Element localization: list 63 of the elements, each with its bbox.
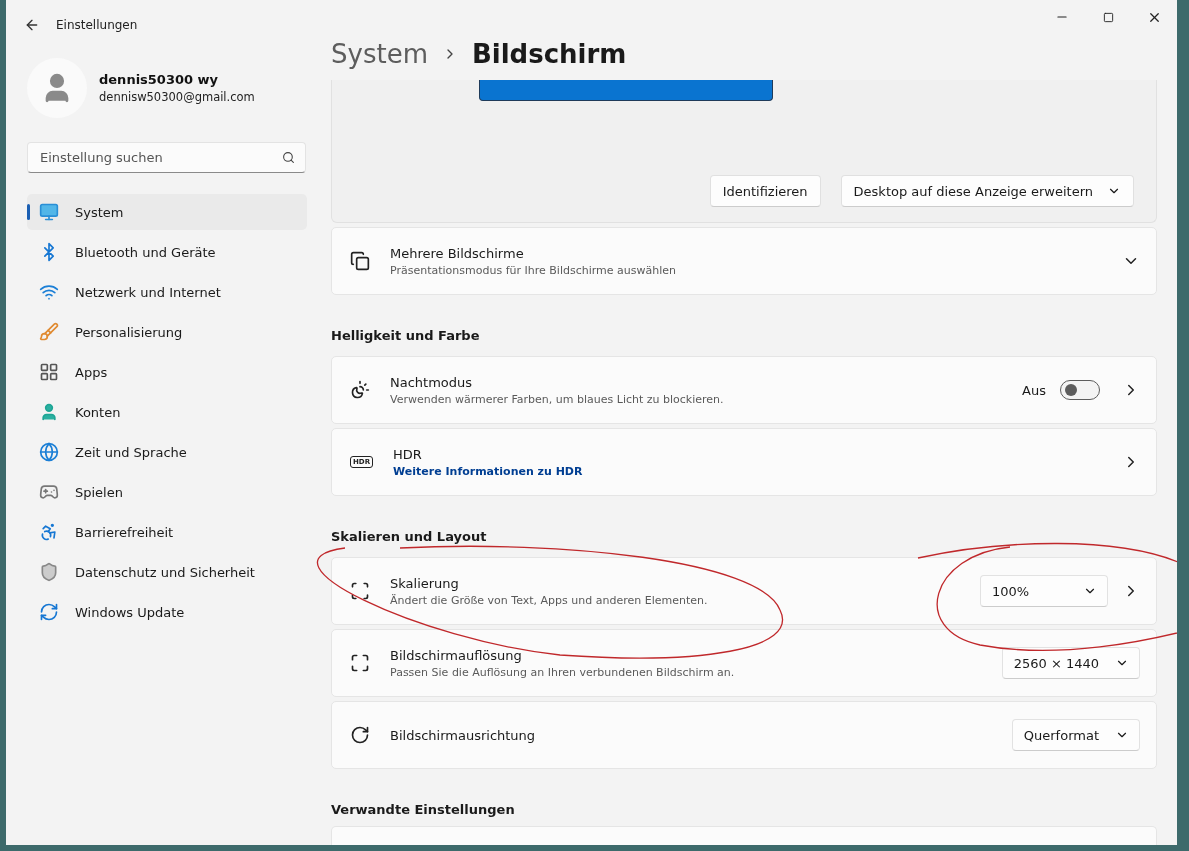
- grid-icon: [39, 362, 59, 382]
- resolution-icon: [350, 653, 370, 673]
- value-dropdown[interactable]: 100%: [980, 575, 1108, 607]
- wifi-icon: [39, 282, 59, 302]
- search-field[interactable]: Einstellung suchen: [27, 142, 306, 173]
- brush-icon: [39, 322, 59, 342]
- shield-icon: [39, 562, 59, 582]
- nav-item[interactable]: Konten: [27, 394, 307, 430]
- setting-row[interactable]: Skalierung Ändert die Größe von Text, Apps und anderen Elementen. 100%: [331, 557, 1157, 625]
- toggle-label: Aus: [1022, 382, 1046, 398]
- user-email: dennisw50300@gmail.com: [99, 90, 255, 104]
- setting-description: Ändert die Größe von Text, Apps und anderen Elementen.: [390, 593, 709, 607]
- globe-icon: [39, 442, 59, 462]
- nav-item[interactable]: Bluetooth und Geräte: [27, 234, 307, 270]
- setting-row[interactable]: Bildschirmausrichtung Querformat: [331, 701, 1157, 769]
- setting-title: Mehrere Bildschirme: [390, 245, 525, 261]
- display-mode-dropdown[interactable]: Desktop auf diese Anzeige erweitern: [840, 175, 1134, 207]
- window-title: Einstellungen: [56, 18, 139, 32]
- nav-item[interactable]: Datenschutz und Sicherheit: [27, 554, 307, 590]
- maximize-icon: [1102, 11, 1114, 23]
- search-icon: [282, 151, 295, 164]
- brightness-icon: [350, 380, 370, 400]
- nav-item[interactable]: System: [27, 194, 307, 230]
- setting-description: Passen Sie die Auflösung an Ihren verbundenen Bildschirm an.: [390, 665, 736, 679]
- section-heading: Skalieren und Layout: [331, 529, 488, 544]
- page-title: Bildschirm: [471, 39, 627, 69]
- display-preview[interactable]: [479, 80, 773, 101]
- value-dropdown[interactable]: Querformat: [1011, 719, 1140, 751]
- breadcrumb-link[interactable]: System: [331, 39, 428, 69]
- setting-title: Bildschirmausrichtung: [390, 727, 537, 743]
- setting-row[interactable]: Mehrere Bildschirme Präsentationsmodus für Ihre Bildschirme auswählen: [331, 227, 1157, 295]
- setting-title: HDR: [393, 446, 423, 462]
- nav-item[interactable]: Barrierefreiheit: [27, 514, 307, 550]
- section-heading: Verwandte Einstellungen: [331, 802, 516, 817]
- value-dropdown[interactable]: 2560 × 1440: [1001, 647, 1140, 679]
- update-icon: [39, 602, 59, 622]
- toggle-switch[interactable]: [1060, 380, 1100, 400]
- monitor-icon: [39, 202, 59, 222]
- info-link[interactable]: Weitere Informationen zu HDR: [393, 464, 1122, 478]
- monitors-icon: [350, 251, 370, 271]
- person-icon: [39, 402, 59, 422]
- setting-title: Skalierung: [390, 575, 460, 591]
- scale-icon: [350, 581, 370, 601]
- setting-row[interactable]: Nachtmodus Verwenden wärmerer Farben, um blaues Licht zu blockieren. Aus: [331, 356, 1157, 424]
- setting-description: Verwenden wärmerer Farben, um blaues Licht zu blockieren.: [390, 392, 725, 406]
- setting-description: Präsentationsmodus für Ihre Bildschirme auswählen: [390, 263, 677, 277]
- setting-row[interactable]: Bildschirmauflösung Passen Sie die Auflösung an Ihren verbundenen Bildschirm an. 2560 × 1440: [331, 629, 1157, 697]
- nav-item[interactable]: Spielen: [27, 474, 307, 510]
- setting-title: Bildschirmauflösung: [390, 647, 523, 663]
- nav-item[interactable]: Zeit und Sprache: [27, 434, 307, 470]
- accessibility-icon: [39, 522, 59, 542]
- setting-title: Nachtmodus: [390, 374, 474, 390]
- identify-button[interactable]: Identifizieren: [709, 175, 821, 207]
- rotate-icon: [350, 725, 370, 745]
- back-icon: [24, 17, 40, 33]
- section-heading: Helligkeit und Farbe: [331, 328, 481, 343]
- gamepad-icon: [39, 482, 59, 502]
- nav-item[interactable]: Windows Update: [27, 594, 307, 630]
- nav-item[interactable]: Netzwerk und Internet: [27, 274, 307, 310]
- nav-item[interactable]: Apps: [27, 354, 307, 390]
- nav-item[interactable]: Personalisierung: [27, 314, 307, 350]
- search-input[interactable]: Einstellung suchen: [38, 149, 282, 166]
- user-name: dennis50300 wy: [99, 72, 220, 87]
